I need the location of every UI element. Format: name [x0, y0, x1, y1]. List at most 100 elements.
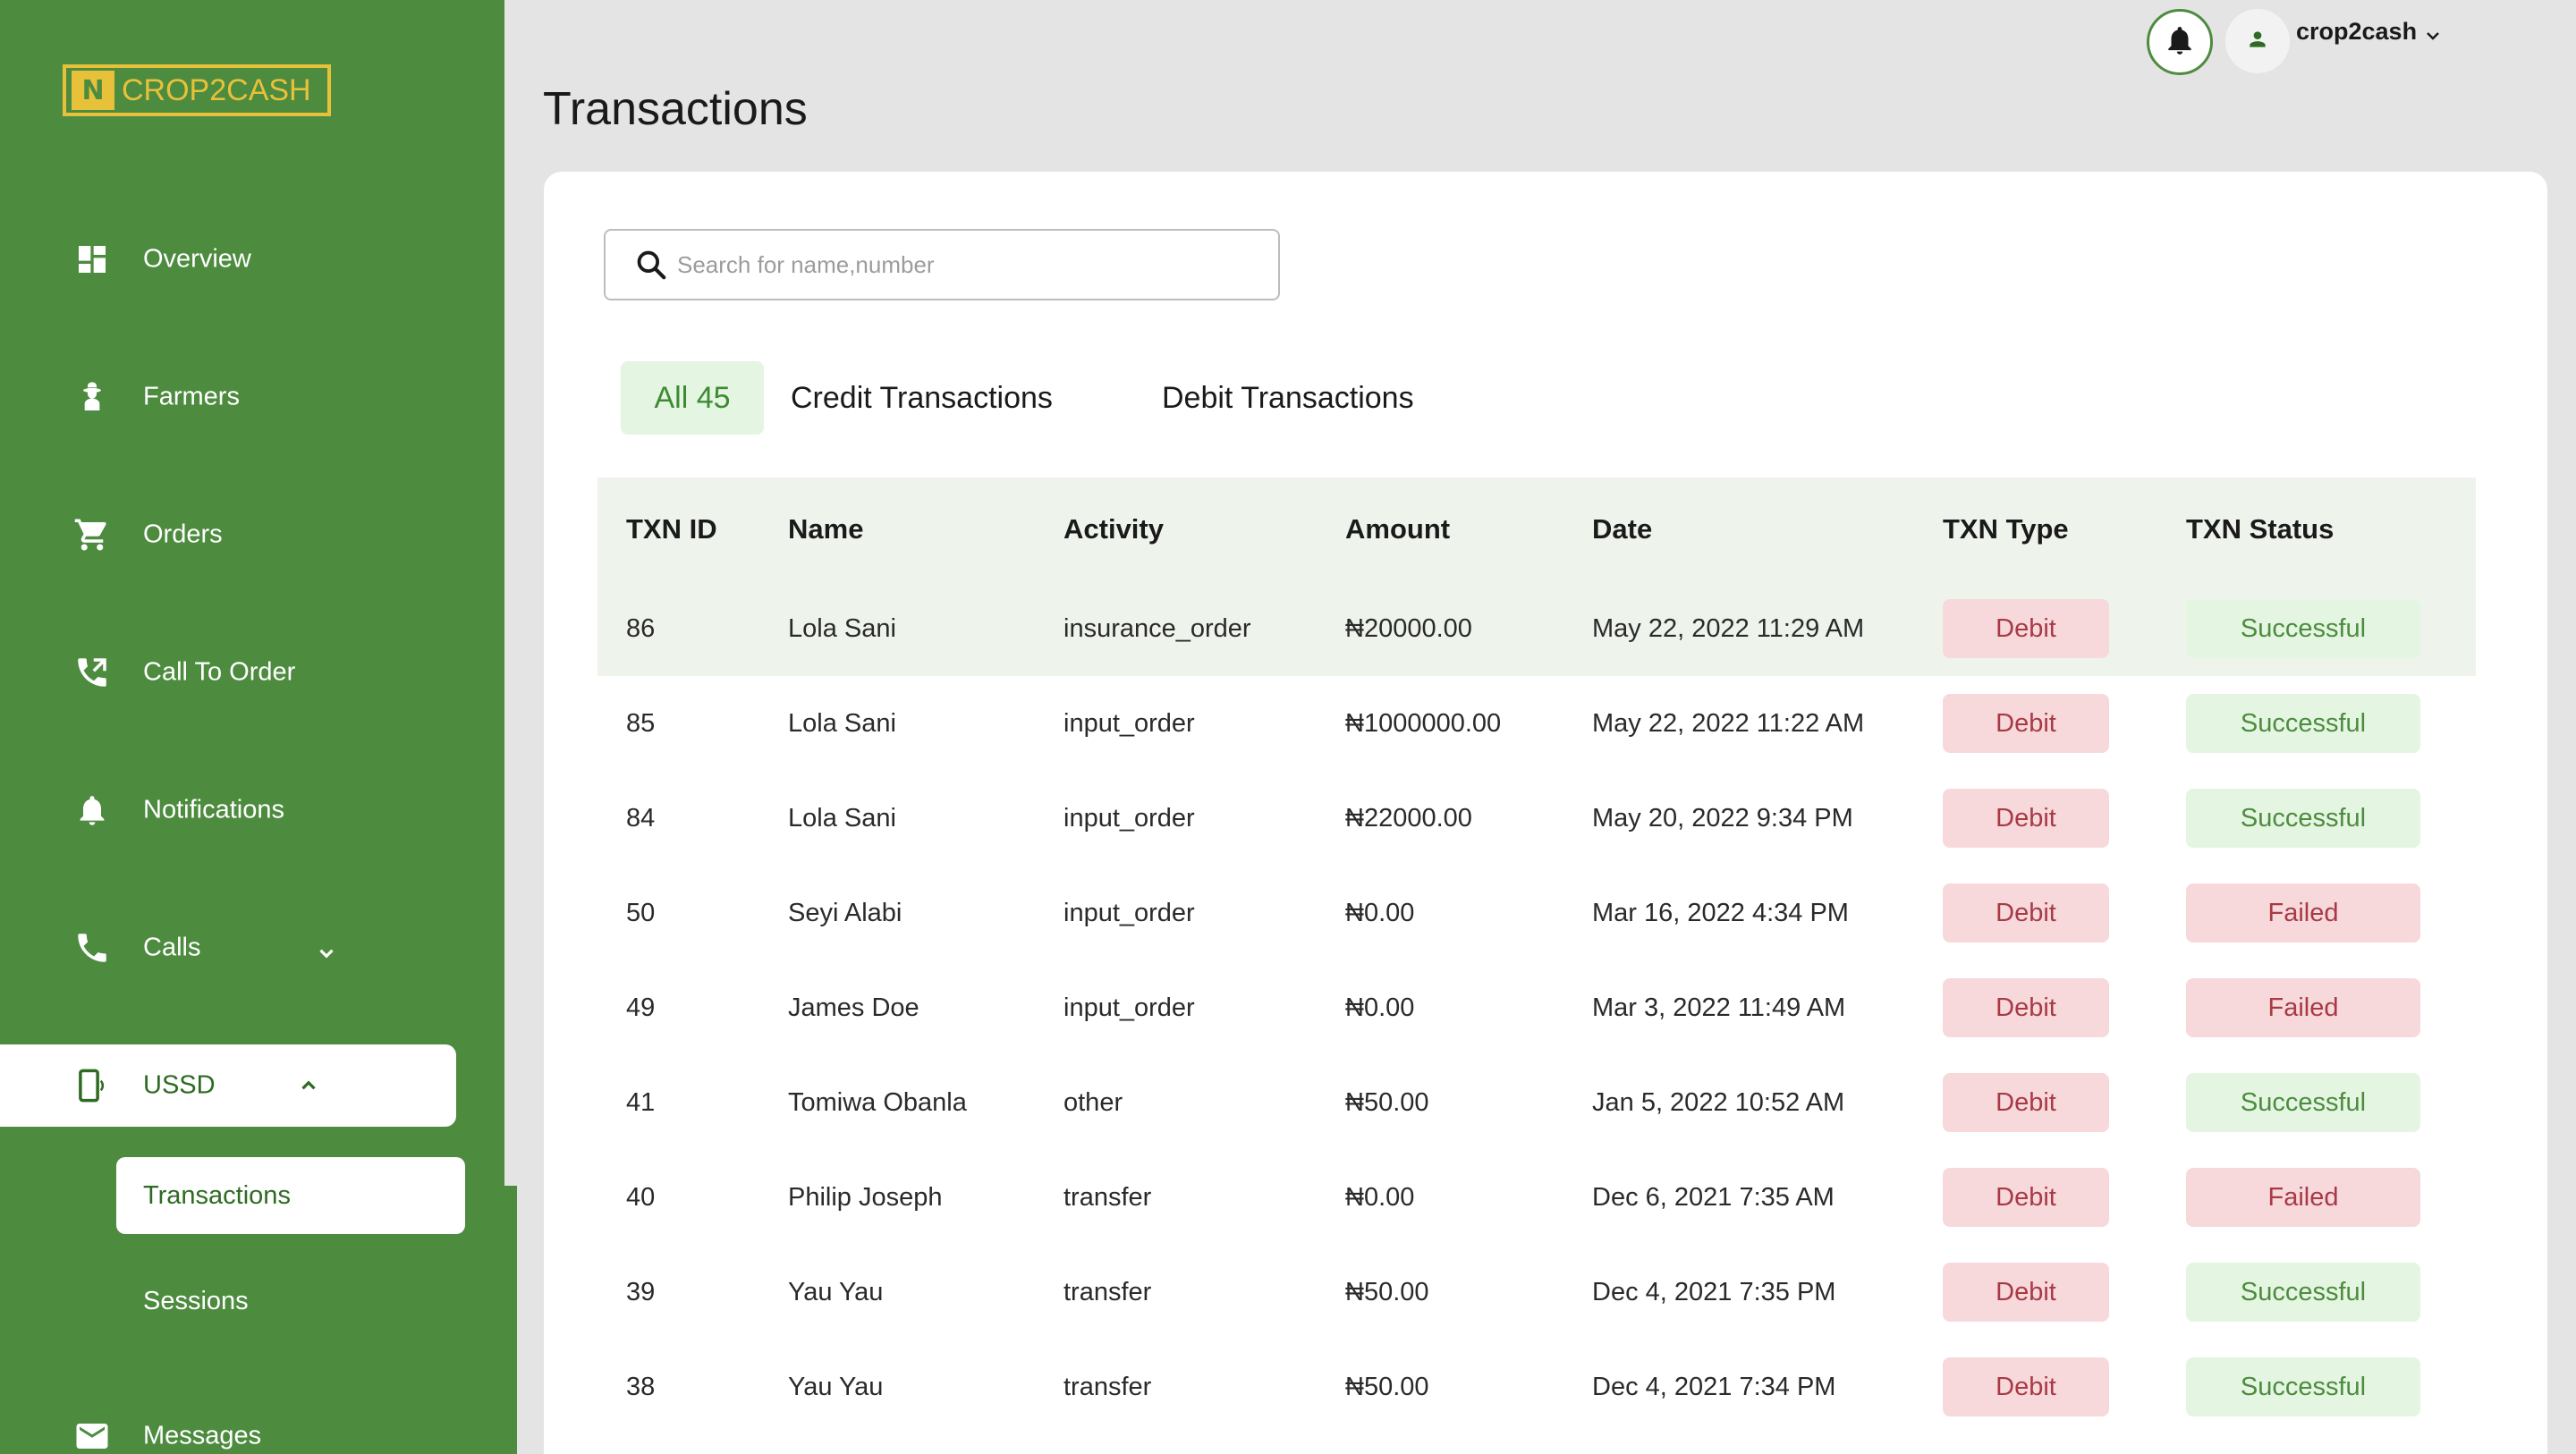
amount-cell: ₦1000000.00 — [1345, 708, 1502, 738]
amount-cell: ₦50.00 — [1345, 1372, 1429, 1401]
table-row[interactable]: 38 Yau Yau transfer ₦50.00 Dec 4, 2021 7:34 … — [597, 1340, 2476, 1434]
crop2cash-logo[interactable]: N CROP2CASH — [63, 64, 331, 116]
date-cell: May 22, 2022 11:29 AM — [1592, 613, 1865, 643]
table-row[interactable]: 85 Lola Sani input_order ₦1000000.00 May 22,… — [597, 676, 2476, 771]
chevron-up-icon[interactable] — [297, 1074, 320, 1097]
tab-all[interactable]: All 45 — [621, 361, 764, 435]
table-body: 86 Lola Sani insurance_order ₦20000.00 May 2… — [597, 581, 2476, 1434]
avatar[interactable] — [2225, 9, 2290, 73]
sidebar-item-calls[interactable]: Calls — [0, 907, 456, 989]
txn-id-cell: 85 — [626, 708, 656, 738]
name-cell: Seyi Alabi — [788, 898, 902, 927]
table-header: TXN ID Name Activity Amount Date TXN Typ… — [597, 478, 2476, 581]
sidebar-item-label: Notifications — [143, 795, 284, 824]
amount-cell: ₦0.00 — [1345, 898, 1415, 927]
sidebar-item-messages[interactable]: Messages — [0, 1395, 456, 1454]
date-cell: Jan 5, 2022 10:52 AM — [1592, 1087, 1845, 1117]
table-row[interactable]: 86 Lola Sani insurance_order ₦20000.00 May 2… — [597, 581, 2476, 676]
table-row[interactable]: 50 Seyi Alabi input_order ₦0.00 Mar 16, 2022… — [597, 866, 2476, 960]
status-badge: Successful — [2186, 599, 2420, 658]
name-cell: Yau Yau — [788, 1372, 884, 1401]
sidebar-subitem-transactions[interactable]: Transactions — [116, 1157, 465, 1234]
date-cell: Mar 3, 2022 11:49 AM — [1592, 993, 1846, 1022]
notifications-button[interactable] — [2147, 9, 2213, 75]
amount-cell: ₦0.00 — [1345, 1182, 1415, 1212]
sidebar-item-label: Calls — [143, 933, 201, 962]
status-badge: Successful — [2186, 1357, 2420, 1416]
tab-debit-transactions[interactable]: Debit Transactions — [1162, 361, 1448, 435]
user-name[interactable]: crop2cash — [2296, 18, 2417, 46]
txn-type-badge: Debit — [1943, 1168, 2109, 1227]
txn-type-badge: Debit — [1943, 978, 2109, 1037]
activity-cell: input_order — [1063, 803, 1195, 833]
status-badge: Failed — [2186, 883, 2420, 943]
activity-cell: input_order — [1063, 708, 1195, 738]
mail-icon — [73, 1417, 111, 1454]
txn-id-cell: 50 — [626, 898, 656, 927]
logo-text: CROP2CASH — [122, 72, 311, 107]
txn-type-badge: Debit — [1943, 1357, 2109, 1416]
activity-cell: input_order — [1063, 993, 1195, 1022]
name-cell: Lola Sani — [788, 803, 896, 833]
sidebar-item-label: Overview — [143, 244, 251, 274]
name-cell: Lola Sani — [788, 613, 896, 643]
activity-cell: transfer — [1063, 1372, 1152, 1401]
sidebar-item-notifications[interactable]: Notifications — [0, 769, 456, 851]
sidebar-item-orders[interactable]: Orders — [0, 494, 456, 576]
sidebar-item-call-to-order[interactable]: Call To Order — [0, 631, 456, 714]
name-cell: Philip Joseph — [788, 1182, 943, 1212]
txn-id-cell: 40 — [626, 1182, 656, 1212]
txn-type-badge: Debit — [1943, 883, 2109, 943]
amount-cell: ₦0.00 — [1345, 993, 1415, 1022]
txn-id-cell: 41 — [626, 1087, 656, 1117]
name-cell: Lola Sani — [788, 708, 896, 738]
status-badge: Failed — [2186, 1168, 2420, 1227]
column-header-txn-status[interactable]: TXN Status — [2186, 478, 2334, 581]
txn-id-cell: 38 — [626, 1372, 656, 1401]
tab-credit-transactions[interactable]: Credit Transactions — [791, 361, 1079, 435]
table-row[interactable]: 49 James Doe input_order ₦0.00 Mar 3, 2022 1… — [597, 960, 2476, 1055]
txn-id-cell: 84 — [626, 803, 656, 833]
status-badge: Failed — [2186, 978, 2420, 1037]
phone-forward-icon — [73, 654, 111, 691]
bell-icon — [2163, 23, 2197, 61]
name-cell: Yau Yau — [788, 1277, 884, 1306]
txn-id-cell: 49 — [626, 993, 656, 1022]
sidebar-item-overview[interactable]: Overview — [0, 218, 456, 300]
status-badge: Successful — [2186, 694, 2420, 753]
column-header-activity[interactable]: Activity — [1063, 478, 1164, 581]
activity-cell: other — [1063, 1087, 1123, 1117]
search-box[interactable] — [604, 229, 1280, 300]
txn-id-cell: 86 — [626, 613, 656, 643]
sidebar: N CROP2CASH Overview Farmers Orders Call… — [0, 0, 504, 1454]
search-icon — [634, 248, 668, 282]
column-header-name[interactable]: Name — [788, 478, 863, 581]
sidebar-item-label: USSD — [143, 1070, 216, 1100]
sidebar-item-farmers[interactable]: Farmers — [0, 356, 456, 438]
sidebar-scrollbar-thumb[interactable] — [504, 1186, 517, 1454]
table-row[interactable]: 40 Philip Joseph transfer ₦0.00 Dec 6, 2021 … — [597, 1150, 2476, 1245]
status-badge: Successful — [2186, 789, 2420, 848]
txn-type-badge: Debit — [1943, 789, 2109, 848]
name-cell: Tomiwa Obanla — [788, 1087, 967, 1117]
table-row[interactable]: 41 Tomiwa Obanla other ₦50.00 Jan 5, 2022 10… — [597, 1055, 2476, 1150]
name-cell: James Doe — [788, 993, 919, 1022]
column-header-txn-type[interactable]: TXN Type — [1943, 478, 2069, 581]
column-header-amount[interactable]: Amount — [1345, 478, 1450, 581]
dashboard-icon — [73, 241, 111, 278]
chevron-down-icon[interactable] — [315, 942, 338, 965]
column-header-txn-id[interactable]: TXN ID — [626, 478, 717, 581]
sidebar-subitem-sessions[interactable]: Sessions — [116, 1263, 465, 1340]
table-row[interactable]: 39 Yau Yau transfer ₦50.00 Dec 4, 2021 7:35 … — [597, 1245, 2476, 1340]
activity-cell: transfer — [1063, 1277, 1152, 1306]
chevron-down-icon[interactable] — [2422, 25, 2444, 46]
txn-id-cell: 39 — [626, 1277, 656, 1306]
sidebar-item-ussd[interactable]: USSD — [0, 1044, 456, 1127]
date-cell: Dec 6, 2021 7:35 AM — [1592, 1182, 1835, 1212]
sidebar-item-label: Messages — [143, 1421, 262, 1450]
date-cell: Mar 16, 2022 4:34 PM — [1592, 898, 1849, 927]
activity-cell: insurance_order — [1063, 613, 1251, 643]
search-input[interactable] — [677, 250, 1250, 279]
table-row[interactable]: 84 Lola Sani input_order ₦22000.00 May 20, 2… — [597, 771, 2476, 866]
column-header-date[interactable]: Date — [1592, 478, 1652, 581]
